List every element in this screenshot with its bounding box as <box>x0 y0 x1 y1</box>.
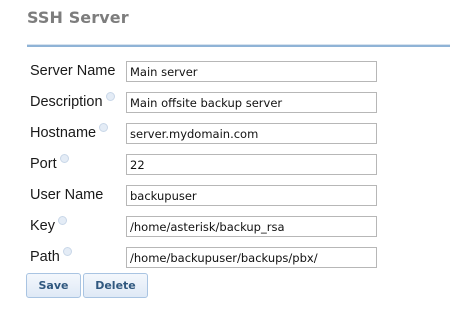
help-icon[interactable] <box>58 216 67 225</box>
help-icon[interactable] <box>105 92 115 101</box>
path-row: Path <box>30 247 450 271</box>
port-row: Port <box>30 154 450 178</box>
user-name-label-text: User Name <box>30 187 104 203</box>
panel-title: SSH Server <box>27 8 129 27</box>
server-name-label: Server Name <box>30 63 115 79</box>
save-button[interactable]: Save <box>26 273 81 298</box>
path-label: Path <box>30 247 72 265</box>
help-icon[interactable] <box>99 123 109 132</box>
key-input[interactable] <box>126 216 377 237</box>
description-label-text: Description <box>30 94 103 110</box>
hostname-row: Hostname <box>30 123 450 147</box>
port-input[interactable] <box>126 154 377 175</box>
port-label-text: Port <box>30 156 57 172</box>
description-input[interactable] <box>126 92 377 113</box>
path-label-text: Path <box>30 249 60 265</box>
key-label: Key <box>30 216 67 234</box>
title-divider <box>27 44 450 47</box>
user-name-label: User Name <box>30 187 103 203</box>
path-input[interactable] <box>126 247 377 268</box>
delete-button[interactable]: Delete <box>83 273 148 298</box>
user-name-row: User Name <box>30 185 450 209</box>
server-name-input[interactable] <box>126 61 377 82</box>
hostname-label: Hostname <box>30 123 109 141</box>
key-label-text: Key <box>30 218 55 234</box>
port-label: Port <box>30 154 69 172</box>
help-icon[interactable] <box>59 154 69 163</box>
server-name-label-text: Server Name <box>30 63 116 79</box>
hostname-input[interactable] <box>126 123 377 144</box>
help-icon[interactable] <box>62 247 72 256</box>
user-name-input[interactable] <box>126 185 377 206</box>
description-label: Description <box>30 92 115 110</box>
hostname-label-text: Hostname <box>30 125 97 141</box>
key-row: Key <box>30 216 450 240</box>
description-row: Description <box>30 92 450 116</box>
server-name-row: Server Name <box>30 61 450 85</box>
